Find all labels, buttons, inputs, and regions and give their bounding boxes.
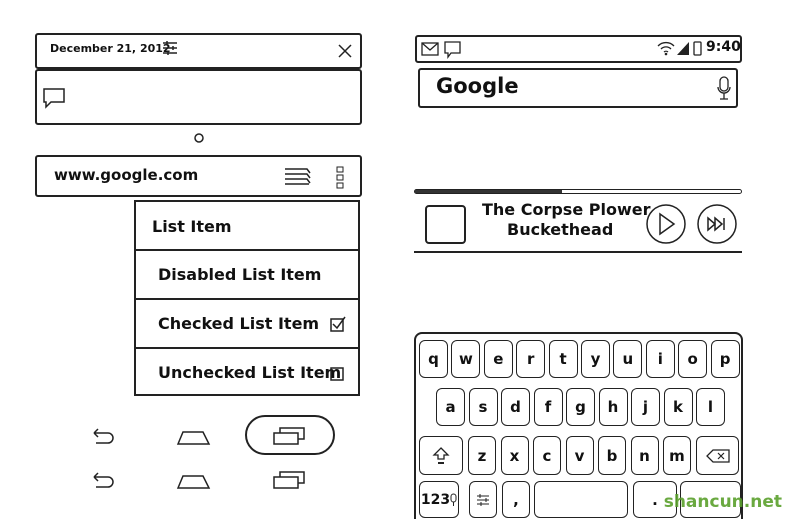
key-b[interactable]: b (598, 436, 626, 475)
menu-item-label: Disabled List Item (158, 265, 322, 284)
key-e[interactable]: e (483, 340, 513, 378)
back-icon[interactable] (88, 428, 118, 446)
menu-item-label: List Item (152, 217, 232, 236)
back-icon[interactable] (88, 472, 118, 490)
settings-sliders-icon[interactable] (162, 40, 178, 56)
key-g[interactable]: g (566, 388, 595, 426)
key-q[interactable]: q (419, 340, 448, 378)
google-search-label: Google (436, 74, 519, 98)
unchecked-checkbox-icon[interactable] (330, 367, 346, 383)
track-artist: Buckethead (507, 220, 614, 239)
menu-item-list-item[interactable]: List Item (134, 202, 360, 251)
key-o[interactable]: o (678, 340, 708, 378)
menu-item-label: Checked List Item (158, 314, 320, 333)
tabs-stack-icon[interactable] (283, 166, 313, 188)
settings-sliders-icon (477, 493, 489, 506)
recent-apps-icon[interactable] (272, 470, 306, 490)
battery-icon (693, 41, 702, 56)
shift-key[interactable] (419, 436, 463, 475)
key-v[interactable]: v (565, 436, 594, 475)
home-icon[interactable] (176, 428, 212, 446)
key-w[interactable]: w (451, 340, 481, 378)
url-text: www.google.com (54, 166, 199, 184)
key-p[interactable]: p (710, 340, 740, 378)
skip-next-icon[interactable] (696, 203, 738, 245)
message-box[interactable] (35, 69, 362, 125)
key-n[interactable]: n (630, 436, 659, 475)
checked-checkbox-icon[interactable] (330, 316, 346, 332)
space-key[interactable] (534, 481, 628, 518)
menu-item-label: Unchecked List Item (158, 363, 342, 382)
menu-item-unchecked[interactable]: Unchecked List Item (134, 347, 360, 396)
key-f[interactable]: f (533, 388, 563, 426)
mic-small-icon (450, 493, 457, 506)
backspace-icon (705, 448, 730, 463)
chat-notification-icon (444, 41, 461, 59)
key-i[interactable]: i (645, 340, 675, 378)
key-s[interactable]: s (468, 388, 498, 426)
backspace-key[interactable] (696, 436, 739, 475)
key-h[interactable]: h (598, 388, 628, 426)
signal-icon (677, 42, 689, 55)
key-d[interactable]: d (501, 388, 530, 426)
microphone-icon[interactable] (716, 76, 732, 102)
close-icon[interactable] (338, 44, 352, 58)
key-m[interactable]: m (663, 436, 691, 475)
numbers-key[interactable]: 123 (419, 481, 459, 518)
chat-bubble-icon (43, 88, 65, 109)
notification-date: December 21, 2012 (50, 42, 171, 55)
key-l[interactable]: l (696, 388, 725, 426)
key-k[interactable]: k (663, 388, 693, 426)
home-icon[interactable] (176, 472, 212, 490)
key-r[interactable]: r (516, 340, 546, 378)
key-z[interactable]: z (468, 436, 496, 475)
key-j[interactable]: j (631, 388, 660, 426)
status-time: 9:40 (706, 39, 741, 55)
wifi-icon (657, 41, 675, 56)
menu-item-disabled: Disabled List Item (134, 249, 360, 298)
recent-apps-icon[interactable] (272, 426, 306, 446)
album-art (425, 205, 466, 244)
menu-item-checked[interactable]: Checked List Item (134, 298, 360, 347)
key-y[interactable]: y (581, 340, 610, 378)
gmail-icon (421, 42, 439, 56)
overflow-menu-icon[interactable] (335, 165, 345, 191)
key-t[interactable]: t (548, 340, 578, 378)
key-a[interactable]: a (436, 388, 465, 426)
key-x[interactable]: x (500, 436, 529, 475)
numbers-key-label: 123 (420, 491, 451, 508)
play-icon[interactable] (645, 203, 687, 245)
progress-fill (415, 190, 562, 193)
page-indicator-dot (194, 133, 204, 143)
player-bottom-border (414, 251, 742, 253)
track-title: The Corpse Plower (482, 200, 651, 219)
key-c[interactable]: c (533, 436, 561, 475)
input-settings-key[interactable] (469, 481, 497, 518)
key-u[interactable]: u (613, 340, 643, 378)
watermark: shancun.net (663, 492, 782, 512)
comma-key[interactable]: , (502, 481, 530, 518)
